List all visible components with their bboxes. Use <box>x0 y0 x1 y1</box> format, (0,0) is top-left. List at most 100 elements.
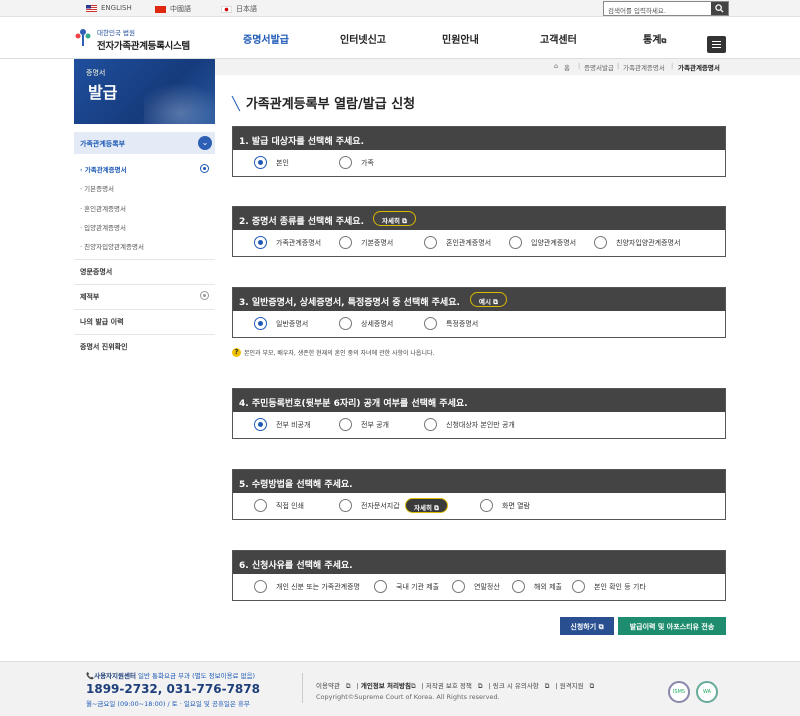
chevron-down-icon[interactable]: ⌄ <box>198 136 212 150</box>
radio-domestic[interactable]: 국내 기관 제출 <box>374 580 439 593</box>
link-label: 원격지원 <box>559 682 584 690</box>
lnb-verify[interactable]: 증명서 진위확인 <box>74 334 215 356</box>
radio-family[interactable]: 가족 <box>339 156 374 169</box>
radio-unchecked[interactable] <box>424 418 437 431</box>
footer-link-terms[interactable]: 이용약관 ⧉ <box>316 682 351 690</box>
copyright: Copyright©Supreme Court of Korea. All Ri… <box>316 693 500 701</box>
lnb-sub-full-adoption[interactable]: · 친양자입양관계증명서 <box>74 241 215 255</box>
question-icon: ? <box>232 348 241 357</box>
external-link-icon: ⧉ <box>402 217 407 225</box>
radio-year-end[interactable]: 연말정산 <box>452 580 500 593</box>
home-icon[interactable]: ⌂ <box>554 62 558 70</box>
hamburger-icon <box>712 41 721 42</box>
lnb-sub-basic[interactable]: · 기본증명서 <box>74 183 215 197</box>
radio-adoption-cert[interactable]: 입양관계증명서 <box>509 236 576 249</box>
radio-e-wallet[interactable]: 전자문서지갑 <box>339 499 400 512</box>
radio-other[interactable]: 본인 확인 등 기타 <box>572 580 646 593</box>
radio-unchecked[interactable] <box>374 580 387 593</box>
footer-link-remote[interactable]: 원격지원 ⧉ <box>560 682 595 690</box>
breadcrumb-item[interactable]: 증명서발급 <box>584 62 614 72</box>
nav-label: 통계 <box>643 35 662 46</box>
radio-detailed[interactable]: 상세증명서 <box>339 317 393 330</box>
radio-unchecked[interactable] <box>509 236 522 249</box>
radio-self[interactable]: 본인 <box>254 156 289 169</box>
arrow-circle-icon <box>200 164 209 173</box>
nav-customer-center[interactable]: 고객센터 <box>540 31 577 46</box>
lnb-sub-marriage[interactable]: · 혼인관계증명서 <box>74 203 215 217</box>
radio-checked[interactable] <box>254 418 267 431</box>
footer-link-copyright[interactable]: 저작권 보호 정책 ⧉ <box>426 682 483 690</box>
logo-title[interactable]: 전자가족관계등록시스템 <box>97 38 190 52</box>
radio-unchecked[interactable] <box>339 156 352 169</box>
footer-link-caution[interactable]: 링크 시 유의사항 ⧉ <box>493 682 550 690</box>
detail-button[interactable]: 자세히 ⧉ <box>405 498 448 513</box>
history-apostille-button[interactable]: 발급이력 및 아포스티유 전송 <box>618 617 726 635</box>
option-label: 본인 <box>276 158 289 167</box>
radio-all-hidden[interactable]: 전부 비공개 <box>254 418 310 431</box>
radio-specific[interactable]: 특정증명서 <box>424 317 478 330</box>
top-utility-bar: ENGLISH 中國語 日本語 검색어를 입력하세요. <box>0 0 800 17</box>
nav-internet-report[interactable]: 인터넷신고 <box>340 31 386 46</box>
menu-button[interactable] <box>707 36 726 53</box>
radio-unchecked[interactable] <box>339 317 352 330</box>
footer-link-privacy[interactable]: 개인정보 처리방침⧉ <box>361 682 416 690</box>
radio-unchecked[interactable] <box>594 236 607 249</box>
radio-all-open[interactable]: 전부 공개 <box>339 418 389 431</box>
example-button[interactable]: 예시 ⧉ <box>470 292 507 307</box>
lang-english[interactable]: ENGLISH <box>86 4 132 12</box>
sub-visual: 증명서 발급 <box>74 59 215 124</box>
nav-civil-guide[interactable]: 민원안내 <box>442 31 479 46</box>
lnb-my-history[interactable]: 나의 발급 이력 <box>74 309 215 331</box>
lnb-family-register[interactable]: 가족관계등록부 ⌄ <box>74 132 215 154</box>
apply-button[interactable]: 신청하기 ⧉ <box>560 617 614 635</box>
radio-identity[interactable]: 개인 신분 또는 가족관계증명 <box>254 580 360 593</box>
lang-japanese[interactable]: 日本語 <box>221 4 257 14</box>
radio-unchecked[interactable] <box>424 317 437 330</box>
radio-unchecked[interactable] <box>424 236 437 249</box>
lnb-removal-register[interactable]: 제적부 <box>74 284 215 306</box>
radio-unchecked[interactable] <box>572 580 585 593</box>
radio-checked[interactable] <box>254 317 267 330</box>
radio-unchecked[interactable] <box>254 499 267 512</box>
radio-overseas[interactable]: 해외 제출 <box>512 580 562 593</box>
nav-certificate[interactable]: 증명서발급 <box>243 31 289 46</box>
radio-basic-cert[interactable]: 기본증명서 <box>339 236 393 249</box>
radio-checked[interactable] <box>254 236 267 249</box>
radio-general[interactable]: 일반증명서 <box>254 317 308 330</box>
radio-unchecked[interactable] <box>452 580 465 593</box>
court-logo-icon[interactable] <box>73 27 93 47</box>
button-label: 발급이력 및 아포스티유 전송 <box>629 623 715 631</box>
radio-unchecked[interactable] <box>339 499 352 512</box>
search-input[interactable]: 검색어를 입력하세요. <box>604 2 711 15</box>
lnb-english-cert[interactable]: 영문증명서 <box>74 259 215 281</box>
nav-statistics[interactable]: 통계⧉ <box>643 31 666 46</box>
support-center: 📞사용자지원센터 일반 통화요금 부과 (별도 정보이용료 없음) <box>86 672 256 680</box>
radio-family-cert[interactable]: 가족관계증명서 <box>254 236 321 249</box>
search-button[interactable] <box>711 2 728 15</box>
radio-unchecked[interactable] <box>254 580 267 593</box>
radio-screen-view[interactable]: 화면 열람 <box>480 499 530 512</box>
lnb-sub-label: 입양관계증명서 <box>84 224 127 232</box>
radio-print[interactable]: 직접 인쇄 <box>254 499 304 512</box>
detail-button[interactable]: 자세히 ⧉ <box>373 211 416 226</box>
radio-checked[interactable] <box>254 156 267 169</box>
footer-links: 이용약관 ⧉ | 개인정보 처리방침⧉ | 저작권 보호 정책 ⧉ | 링크 시 유의사항… <box>316 682 595 690</box>
radio-marriage-cert[interactable]: 혼인관계증명서 <box>424 236 491 249</box>
radio-unchecked[interactable] <box>480 499 493 512</box>
radio-unchecked[interactable] <box>512 580 525 593</box>
search-box[interactable]: 검색어를 입력하세요. <box>603 1 729 16</box>
support-hours: 월~금요일 (09:00~18:00) / 토 · 일요일 및 공휴일은 휴무 <box>86 700 250 708</box>
radio-self-only[interactable]: 신청대상자 본인만 공개 <box>424 418 515 431</box>
lnb-sub-family[interactable]: · 가족관계증명서 <box>74 164 215 178</box>
radio-unchecked[interactable] <box>339 236 352 249</box>
breadcrumb-home[interactable]: 홈 <box>564 62 570 72</box>
lnb-sub-adoption[interactable]: · 입양관계증명서 <box>74 222 215 236</box>
lang-chinese[interactable]: 中國語 <box>155 4 191 14</box>
radio-unchecked[interactable] <box>339 418 352 431</box>
external-link-icon: ⧉ <box>493 298 498 306</box>
option-label: 일반증명서 <box>276 319 309 328</box>
radio-full-adoption-cert[interactable]: 친양자입양관계증명서 <box>594 236 680 249</box>
external-link-icon: ⧉ <box>434 504 439 512</box>
breadcrumb-item[interactable]: 가족관계증명서 <box>623 62 665 72</box>
breadcrumb-separator: | <box>617 62 620 70</box>
